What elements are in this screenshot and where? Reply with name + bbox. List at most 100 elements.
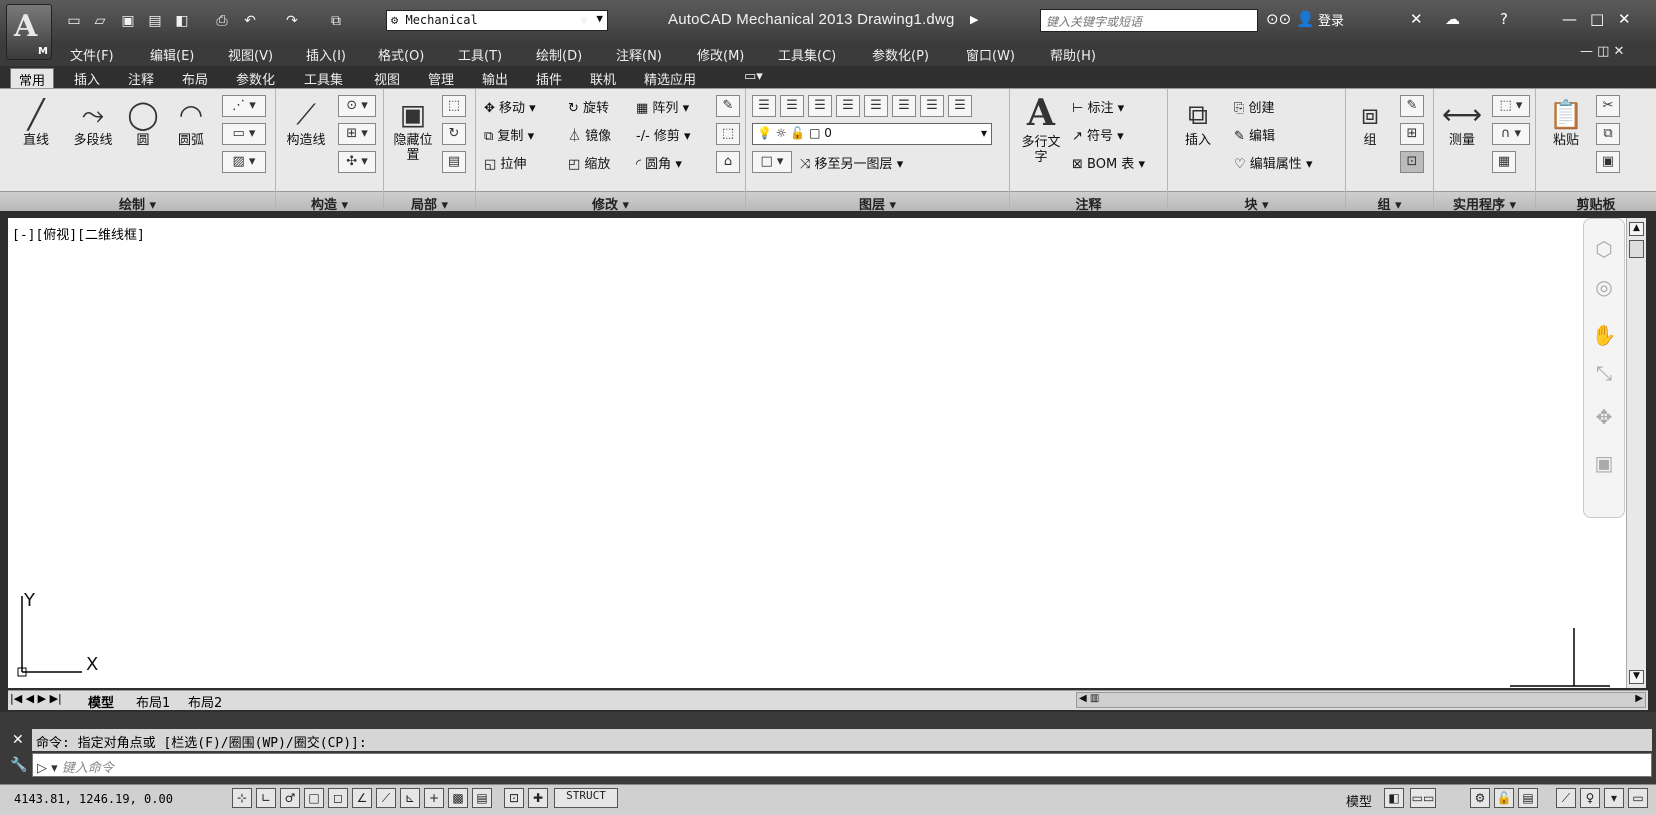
- command-prompt-icon[interactable]: ▷ ▾: [37, 761, 62, 776]
- copy-clip-icon[interactable]: ⧉: [1596, 123, 1620, 145]
- rectangle-dropdown[interactable]: ▭ ▾: [222, 123, 266, 145]
- polar-tracking-icon[interactable]: ◻: [328, 788, 348, 808]
- binoculars-icon[interactable]: ⊙⊙: [1266, 10, 1291, 28]
- quick-properties-icon[interactable]: ⊡: [504, 788, 524, 808]
- copy-button[interactable]: ⧉ 复制 ▾: [484, 125, 534, 144]
- cut-icon[interactable]: ✂: [1596, 95, 1620, 117]
- open-file-icon[interactable]: ▱: [90, 10, 110, 32]
- tab-home[interactable]: 常用: [10, 68, 55, 89]
- coordinates-readout[interactable]: 4143.81, 1246.19, 0.00: [14, 792, 173, 806]
- create-block-button[interactable]: ⎘ 创建: [1234, 97, 1275, 116]
- horizontal-scrollbar[interactable]: ◀ ▥ ▶: [1076, 692, 1646, 708]
- model-space-button[interactable]: 模型: [1346, 791, 1372, 810]
- lock-ui-icon[interactable]: 🔓: [1494, 788, 1514, 808]
- command-input[interactable]: ▷ ▾ 键入命令: [32, 753, 1652, 777]
- workspace-gear-icon[interactable]: ⚙: [1470, 788, 1490, 808]
- xline-dropdown[interactable]: ⋰ ▾: [222, 95, 266, 117]
- close-command-icon[interactable]: ✕: [12, 732, 24, 748]
- ortho-icon[interactable]: □: [304, 788, 324, 808]
- array-button[interactable]: ▦ 阵列 ▾: [636, 97, 689, 116]
- edit-block-button[interactable]: ✎ 编辑: [1234, 125, 1275, 144]
- group-edit-icon[interactable]: ⊞: [1400, 123, 1424, 145]
- 3d-object-snap-icon[interactable]: ⟋: [376, 788, 396, 808]
- menu-window[interactable]: 窗口(W): [966, 45, 1015, 64]
- workspace-switch-icon[interactable]: ⧉: [326, 10, 346, 32]
- layer-freeze-icon[interactable]: ☰: [920, 95, 944, 117]
- login-link[interactable]: 登录: [1318, 10, 1344, 29]
- qat-customize-icon[interactable]: ▾: [574, 10, 594, 32]
- trim-button[interactable]: -/- 修剪 ▾: [636, 125, 691, 144]
- rotate-button[interactable]: ↻ 旋转: [568, 97, 609, 116]
- menu-view[interactable]: 视图(V): [228, 45, 273, 64]
- grid-icon[interactable]: ♂: [280, 788, 300, 808]
- symbol-button[interactable]: ↗ 符号 ▾: [1072, 125, 1124, 144]
- infer-constraints-icon[interactable]: ⊹: [232, 788, 252, 808]
- construction-line-button[interactable]: ⟋ 构造线: [284, 97, 328, 148]
- minimize-icon[interactable]: —: [1562, 10, 1577, 28]
- cloud-icon[interactable]: ☁: [1445, 10, 1460, 28]
- layer-previous-icon[interactable]: ☰: [836, 95, 860, 117]
- layout-model-icon[interactable]: ◧: [1384, 788, 1404, 808]
- status-menu-icon[interactable]: ▾: [1604, 788, 1624, 808]
- ungroup-icon[interactable]: ✎: [1400, 95, 1424, 117]
- panel-layers-title[interactable]: 图层 ▾: [746, 191, 1009, 213]
- menu-modify[interactable]: 修改(M): [697, 45, 744, 64]
- exchange-icon[interactable]: ✕: [1410, 10, 1423, 28]
- mirror-button[interactable]: ⏃ 镜像: [568, 125, 611, 144]
- publish-icon[interactable]: ◧: [172, 10, 192, 32]
- panel-detail-title[interactable]: 局部 ▾: [384, 191, 475, 213]
- scale-button[interactable]: ◰ 缩放: [568, 153, 610, 172]
- tab-output[interactable]: 输出: [474, 68, 516, 88]
- point-style-dropdown[interactable]: ∩ ▾: [1492, 123, 1530, 145]
- construct-circle-dropdown[interactable]: ⊙ ▾: [338, 95, 376, 117]
- move-button[interactable]: ✥ 移动 ▾: [484, 97, 536, 116]
- dimension-button[interactable]: ⊢ 标注 ▾: [1072, 97, 1124, 116]
- panel-annotation-title[interactable]: 注释: [1010, 191, 1167, 213]
- application-menu-button[interactable]: A M: [6, 4, 52, 60]
- tab-parametric[interactable]: 参数化: [228, 68, 283, 88]
- tab-layout2[interactable]: 布局2: [188, 692, 222, 711]
- redo-icon[interactable]: ↷: [282, 10, 302, 32]
- detail-edit-icon[interactable]: ▤: [442, 151, 466, 173]
- move-to-layer-button[interactable]: ⤨ 移至另一图层 ▾: [800, 153, 903, 172]
- layer-color-dropdown[interactable]: □ ▾: [752, 151, 792, 173]
- hatch-dropdown[interactable]: ▨ ▾: [222, 151, 266, 173]
- tab-view[interactable]: 视图: [366, 68, 408, 88]
- layer-state-icon[interactable]: ☰: [780, 95, 804, 117]
- construct-lines-dropdown[interactable]: ✣ ▾: [338, 151, 376, 173]
- object-snap-tracking-icon[interactable]: ⊾: [400, 788, 420, 808]
- save-icon[interactable]: ▣: [118, 10, 138, 32]
- layer-match-icon[interactable]: ☰: [808, 95, 832, 117]
- tab-insert[interactable]: 插入: [66, 68, 108, 88]
- tab-layout1[interactable]: 布局1: [136, 692, 170, 711]
- hide-situation-button[interactable]: ▣ 隐藏位置: [390, 97, 436, 163]
- menu-toolsets[interactable]: 工具集(C): [778, 45, 836, 64]
- edit-attributes-button[interactable]: ♡ 编辑属性 ▾: [1234, 153, 1312, 172]
- detail-view-icon[interactable]: ⬚: [442, 95, 466, 117]
- panel-group-title[interactable]: 组 ▾: [1346, 191, 1433, 213]
- measure-button[interactable]: ⟷ 测量: [1438, 97, 1486, 148]
- layer-dropdown[interactable]: 💡 ☼ 🔓 □ 0 ▾: [752, 123, 992, 145]
- line-button[interactable]: ╱ 直线: [14, 97, 58, 148]
- group-button[interactable]: ⧈ 组: [1350, 97, 1390, 148]
- layer-unisolate-icon[interactable]: ☰: [892, 95, 916, 117]
- tab-featured-apps[interactable]: 精选应用: [636, 68, 704, 88]
- panel-construct-title[interactable]: 构造 ▾: [276, 191, 383, 213]
- print-icon[interactable]: ⎙: [212, 10, 232, 32]
- close-icon[interactable]: ✕: [1618, 10, 1631, 28]
- bom-table-button[interactable]: ⊠ BOM 表 ▾: [1072, 153, 1145, 172]
- dynamic-input-icon[interactable]: ▩: [448, 788, 468, 808]
- bulb-icon[interactable]: ♀: [1580, 788, 1600, 808]
- panel-modify-title[interactable]: 修改 ▾: [476, 191, 745, 213]
- tab-annotate[interactable]: 注释: [120, 68, 162, 88]
- layer-isolate-icon[interactable]: ☰: [864, 95, 888, 117]
- tab-nav-arrows[interactable]: |◀ ◀ ▶ ▶|: [10, 692, 62, 705]
- construct-frame-dropdown[interactable]: ⊞ ▾: [338, 123, 376, 145]
- steering-wheel-icon[interactable]: ◎: [1584, 275, 1624, 299]
- menu-tools[interactable]: 工具(T): [458, 45, 502, 64]
- menu-insert[interactable]: 插入(I): [306, 45, 346, 64]
- arc-button[interactable]: ◠ 圆弧: [170, 97, 212, 148]
- search-expand-icon[interactable]: ▶: [970, 13, 978, 26]
- menu-draw[interactable]: 绘制(D): [536, 45, 582, 64]
- scroll-right-icon[interactable]: ▶: [1635, 693, 1643, 704]
